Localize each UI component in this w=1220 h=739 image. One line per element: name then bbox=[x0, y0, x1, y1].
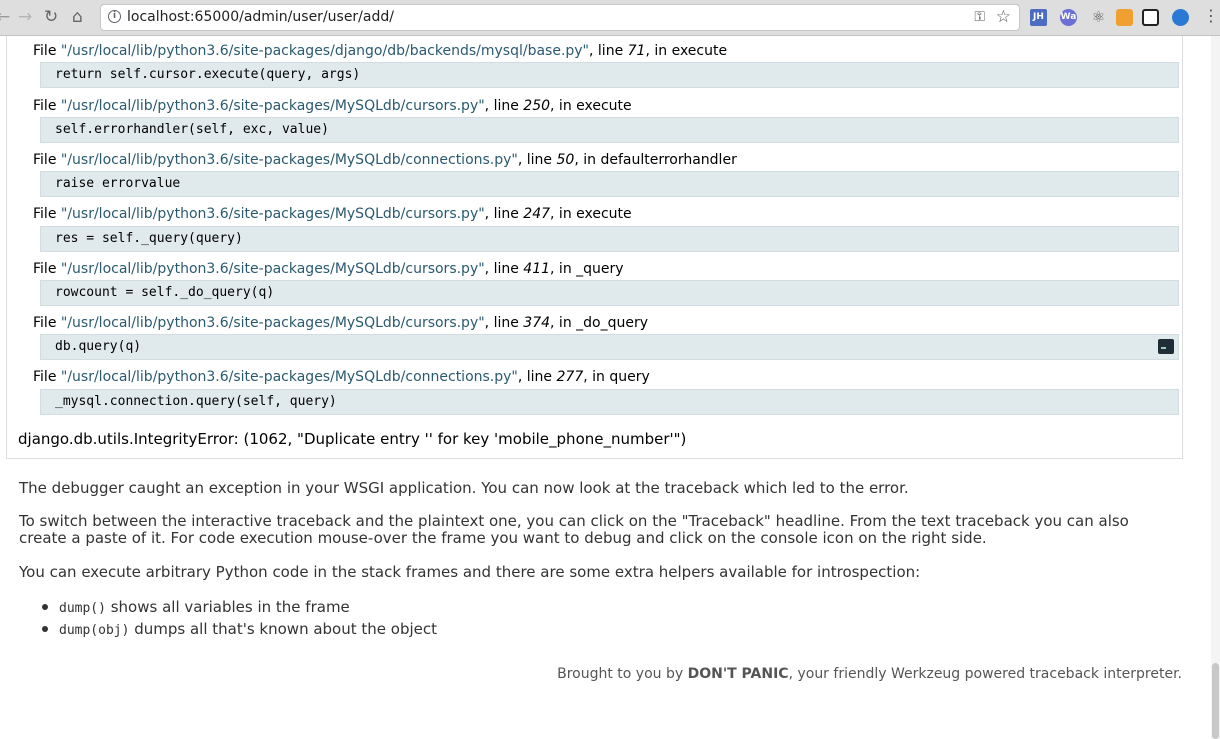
frame-code[interactable]: res = self._query(query) bbox=[40, 226, 1179, 252]
browser-toolbar: ← → ↻ ⌂ i localhost:65000/admin/user/use… bbox=[0, 0, 1220, 36]
key-icon[interactable]: ⚿ bbox=[974, 9, 985, 25]
extension-wa-icon[interactable]: Wa bbox=[1060, 9, 1077, 26]
explanation-paragraph: The debugger caught an exception in your… bbox=[19, 479, 909, 497]
frame-filename[interactable]: "/usr/local/lib/python3.6/site-packages/… bbox=[61, 206, 485, 222]
frame-header: File "/usr/local/lib/python3.6/site-pack… bbox=[33, 369, 650, 385]
reload-icon[interactable]: ↻ bbox=[44, 8, 58, 26]
frame-filename[interactable]: "/usr/local/lib/python3.6/site-packages/… bbox=[61, 98, 485, 114]
frame-code[interactable]: db.query(q) bbox=[40, 334, 1179, 360]
frame-filename[interactable]: "/usr/local/lib/python3.6/site-packages/… bbox=[61, 261, 485, 277]
extension-cube-icon[interactable] bbox=[1116, 9, 1133, 26]
explanation-paragraph: You can execute arbitrary Python code in… bbox=[19, 563, 921, 581]
frame-code[interactable]: return self.cursor.execute(query, args) bbox=[40, 62, 1179, 88]
frame-code[interactable]: self.errorhandler(self, exc, value) bbox=[40, 117, 1179, 143]
star-icon[interactable]: ☆ bbox=[996, 7, 1011, 27]
home-icon[interactable]: ⌂ bbox=[72, 8, 83, 26]
qr-code-icon[interactable] bbox=[1142, 9, 1159, 26]
footer: Brought to you by DON'T PANIC, your frie… bbox=[557, 666, 1182, 682]
footer-brand: DON'T PANIC bbox=[687, 666, 789, 682]
frame-header: File "/usr/local/lib/python3.6/site-pack… bbox=[33, 98, 632, 114]
helper-list: dump() shows all variables in the frame … bbox=[42, 597, 437, 641]
back-icon[interactable]: ← bbox=[0, 8, 10, 26]
scrollbar-thumb[interactable] bbox=[1212, 663, 1219, 739]
frame-code[interactable]: raise errorvalue bbox=[40, 171, 1179, 197]
console-icon[interactable] bbox=[1158, 339, 1174, 354]
frame-filename[interactable]: "/usr/local/lib/python3.6/site-packages/… bbox=[61, 152, 518, 168]
forward-icon[interactable]: → bbox=[18, 8, 32, 26]
frame-code[interactable]: rowcount = self._do_query(q) bbox=[40, 280, 1179, 306]
traceback-panel: File "/usr/local/lib/python3.6/site-pack… bbox=[6, 36, 1183, 459]
exception-message: django.db.utils.IntegrityError: (1062, "… bbox=[18, 430, 687, 448]
menu-icon[interactable]: ⋮ bbox=[1203, 7, 1219, 25]
frame-header: File "/usr/local/lib/python3.6/site-pack… bbox=[33, 261, 624, 277]
frame-filename[interactable]: "/usr/local/lib/python3.6/site-packages/… bbox=[61, 369, 518, 385]
list-item: dump() shows all variables in the frame bbox=[42, 597, 437, 619]
react-devtools-icon[interactable]: ⚛ bbox=[1090, 9, 1107, 26]
frame-header: File "/usr/local/lib/python3.6/site-pack… bbox=[33, 206, 632, 222]
explanation-paragraph: To switch between the interactive traceb… bbox=[19, 512, 1129, 547]
scrollbar[interactable] bbox=[1211, 36, 1220, 739]
list-item: dump(obj) dumps all that's known about t… bbox=[42, 619, 437, 641]
frame-header: File "/usr/local/lib/python3.6/site-pack… bbox=[33, 315, 649, 331]
frame-filename[interactable]: "/usr/local/lib/python3.6/site-packages/… bbox=[61, 315, 485, 331]
url-text[interactable]: localhost:65000/admin/user/user/add/ bbox=[127, 9, 394, 26]
extension-blue-icon[interactable] bbox=[1172, 9, 1189, 26]
frame-code[interactable]: _mysql.connection.query(self, query) bbox=[40, 389, 1179, 415]
info-icon[interactable]: i bbox=[108, 10, 121, 23]
frame-header: File "/usr/local/lib/python3.6/site-pack… bbox=[33, 152, 737, 168]
frame-header: File "/usr/local/lib/python3.6/site-pack… bbox=[33, 43, 728, 59]
extension-jh-icon[interactable]: JH bbox=[1030, 9, 1047, 26]
address-bar[interactable]: i localhost:65000/admin/user/user/add/ ⚿… bbox=[100, 4, 1020, 31]
frame-filename[interactable]: "/usr/local/lib/python3.6/site-packages/… bbox=[61, 43, 589, 59]
